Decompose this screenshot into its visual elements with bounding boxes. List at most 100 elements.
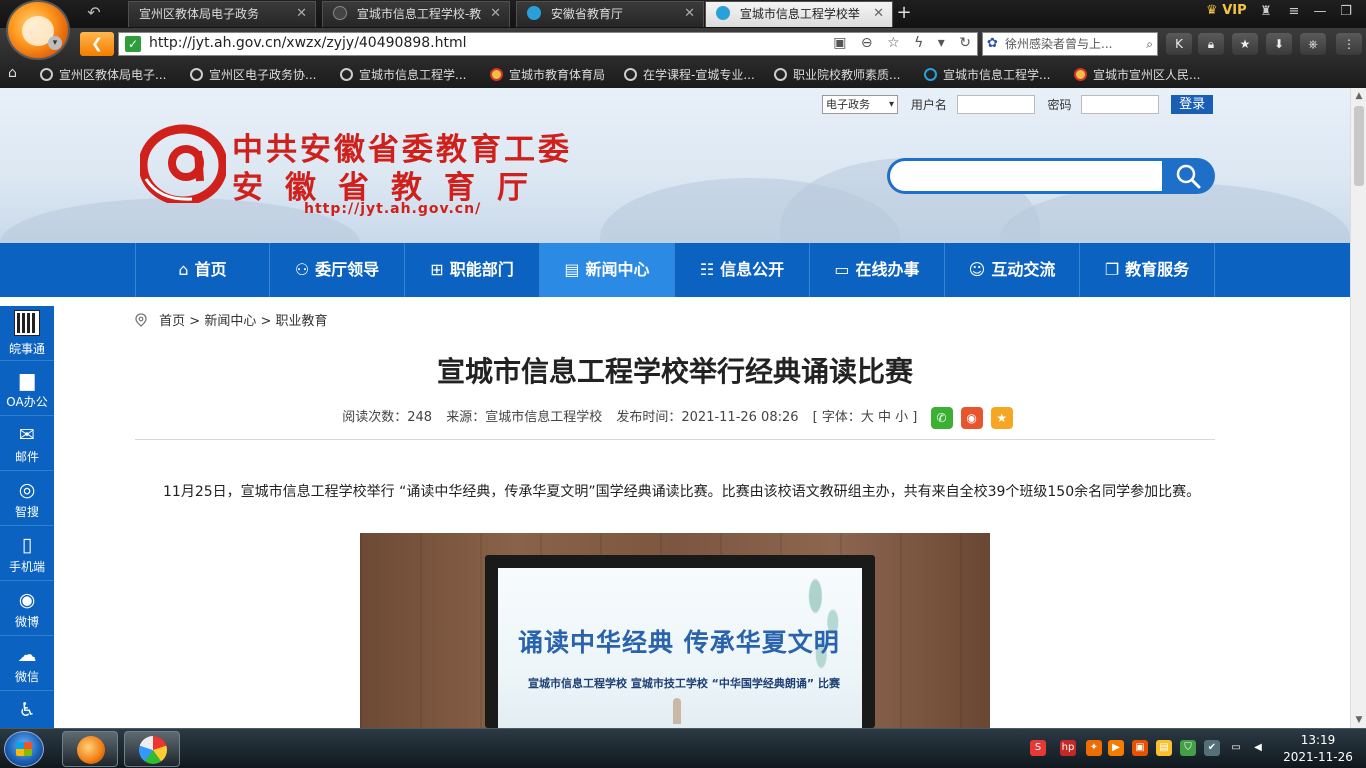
sidebar-item-smart-search[interactable]: ◎ 智搜 bbox=[0, 471, 54, 526]
site-search-input[interactable] bbox=[890, 161, 1162, 191]
close-icon[interactable]: ✕ bbox=[684, 2, 695, 26]
extension-k-button[interactable]: K bbox=[1166, 33, 1192, 55]
weibo-share-icon[interactable]: ◉ bbox=[960, 406, 983, 429]
tray-app-icon[interactable]: ▣ bbox=[1132, 740, 1148, 756]
close-icon[interactable]: ✕ bbox=[873, 2, 884, 26]
folder-icon[interactable]: ▤ bbox=[1156, 740, 1172, 756]
scroll-up-icon[interactable]: ▲ bbox=[1351, 88, 1366, 104]
taskbar-browser[interactable] bbox=[62, 731, 118, 767]
lightning-icon[interactable]: ϟ bbox=[914, 35, 923, 51]
login-button[interactable]: 登录 bbox=[1171, 95, 1214, 114]
bookmark-4[interactable]: 宣城市教育体育局 bbox=[490, 66, 605, 83]
nav-news-center[interactable]: ▤ 新闻中心 bbox=[540, 243, 675, 297]
bookmarks-bar: ⌂ 宣州区教体局电子... 宣州区电子政务协... 宣城市信息工程学... 宣城… bbox=[0, 60, 1366, 88]
bookmark-5[interactable]: 在学课程-宣城专业... bbox=[624, 66, 755, 83]
sidebar-item-accessibility[interactable]: ♿ bbox=[0, 691, 54, 728]
undo-close-tab-icon[interactable]: ↶ bbox=[80, 3, 108, 23]
home-icon[interactable]: ⌂ bbox=[8, 65, 17, 81]
breadcrumb-vocational-education[interactable]: 职业教育 bbox=[276, 314, 328, 329]
minimize-icon[interactable]: — bbox=[1308, 2, 1332, 22]
favorite-icon[interactable]: ☆ bbox=[887, 35, 900, 51]
scroll-down-icon[interactable]: ▼ bbox=[1351, 712, 1366, 728]
source-label: 来源： bbox=[446, 410, 486, 425]
article-meta: 阅读次数：248 来源：宣城市信息工程学校 发布时间：2021-11-26 08… bbox=[135, 406, 1215, 429]
nav-label: 在线办事 bbox=[855, 260, 920, 279]
download-icon[interactable]: ⬇ bbox=[1266, 33, 1292, 55]
sidebar-item-weibo[interactable]: ◉ 微博 bbox=[0, 581, 54, 636]
photo-figure bbox=[673, 698, 681, 724]
site-logo-icon[interactable] bbox=[140, 123, 226, 203]
zoom-icon[interactable]: ⊖ bbox=[861, 35, 873, 51]
restore-icon[interactable]: ❐ bbox=[1334, 2, 1358, 22]
sidebar-item-mail[interactable]: ✉ 邮件 bbox=[0, 416, 54, 471]
wechat-share-icon[interactable]: ✆ bbox=[930, 406, 953, 429]
browser-logo[interactable]: ▾ bbox=[6, 0, 70, 60]
nav-interaction[interactable]: ☺ 互动交流 bbox=[945, 243, 1080, 297]
bookmark-1[interactable]: 宣州区教体局电子... bbox=[40, 66, 166, 83]
bookmark-6[interactable]: 职业院校教师素质... bbox=[774, 66, 900, 83]
font-size-control[interactable]: [ 字体：大 中 小 ] bbox=[813, 410, 918, 425]
search-icon[interactable] bbox=[1175, 163, 1201, 189]
grid-menu-icon[interactable]: ⋮ bbox=[1336, 33, 1362, 55]
nav-departments[interactable]: ⊞ 职能部门 bbox=[405, 243, 540, 297]
browser-tab-3[interactable]: 安徽省教育厅 ✕ bbox=[516, 1, 704, 27]
bookmark-3[interactable]: 宣城市信息工程学... bbox=[340, 66, 466, 83]
lock-icon[interactable]: 🔒︎ bbox=[1198, 33, 1224, 55]
tray-app-icon[interactable]: ▶ bbox=[1108, 740, 1124, 756]
username-input[interactable] bbox=[956, 95, 1035, 114]
tray-app-icon[interactable]: ✦ bbox=[1086, 740, 1102, 756]
breadcrumb-news-center[interactable]: 新闻中心 bbox=[204, 314, 256, 329]
sogou-icon[interactable]: S bbox=[1030, 740, 1046, 756]
bookmark-8[interactable]: 宣城市宣州区人民... bbox=[1074, 66, 1200, 83]
clock-date: 2021-11-26 bbox=[1283, 750, 1353, 764]
sidebar-item-wechat[interactable]: ☁ 微信 bbox=[0, 636, 54, 691]
tab-title: 安徽省教育厅 bbox=[550, 7, 623, 21]
tray-app-icon[interactable]: ✔ bbox=[1204, 740, 1220, 756]
favorite-star-icon[interactable]: ★ bbox=[990, 406, 1013, 429]
sidebar-item-mobile[interactable]: ▯ 手机端 bbox=[0, 526, 54, 581]
start-button[interactable] bbox=[4, 731, 44, 767]
taskbar-paint[interactable] bbox=[124, 731, 180, 767]
dropdown-icon[interactable]: ▾ bbox=[938, 35, 945, 51]
nav-info-disclosure[interactable]: ☷ 信息公开 bbox=[675, 243, 810, 297]
nav-education-service[interactable]: ❐ 教育服务 bbox=[1080, 243, 1215, 297]
menu-icon[interactable]: ≡ bbox=[1282, 2, 1306, 22]
browser-tab-4-active[interactable]: 宣城市信息工程学校举 ✕ bbox=[705, 1, 893, 27]
sidebar-item-oa[interactable]: ▆ OA办公 bbox=[0, 361, 54, 416]
browser-tab-2[interactable]: 宣城市信息工程学校-教 ✕ bbox=[322, 1, 510, 27]
close-icon[interactable]: ✕ bbox=[490, 2, 501, 26]
book-icon: ❐ bbox=[1104, 260, 1120, 279]
vip-badge[interactable]: ♛ VIP bbox=[1206, 3, 1247, 18]
gamepad-icon[interactable]: ⎈ bbox=[1300, 33, 1326, 55]
network-icon[interactable]: ▭ bbox=[1228, 740, 1244, 756]
close-icon[interactable]: ✕ bbox=[296, 2, 307, 26]
url-bar[interactable]: ✓ http://jyt.ah.gov.cn/xwzx/zyjy/4049089… bbox=[118, 32, 978, 56]
search-icon[interactable]: ⌕ bbox=[1146, 33, 1153, 55]
login-type-select[interactable]: 电子政务 bbox=[822, 95, 898, 114]
bookmark-label: 宣城市信息工程学... bbox=[943, 68, 1051, 82]
nav-leadership[interactable]: ⚇ 委厅领导 bbox=[270, 243, 405, 297]
nav-home[interactable]: ⌂ 首页 bbox=[135, 243, 270, 297]
back-button[interactable]: ❮ bbox=[80, 32, 114, 56]
refresh-icon[interactable]: ↻ bbox=[959, 35, 971, 51]
scroll-thumb[interactable] bbox=[1354, 106, 1364, 186]
breadcrumb-home[interactable]: 首页 bbox=[159, 314, 185, 329]
sidebar-item-wanshitong[interactable]: 皖事通 bbox=[0, 306, 54, 361]
new-tab-button[interactable]: + bbox=[892, 2, 916, 26]
tray-app-icon[interactable]: hp bbox=[1060, 740, 1076, 756]
page-scrollbar[interactable]: ▲ ▼ bbox=[1350, 88, 1366, 728]
shield-icon[interactable]: ⛉ bbox=[1180, 740, 1196, 756]
browser-search-input[interactable]: ✿ 徐州感染者曾与上... ⌕ bbox=[982, 32, 1158, 56]
nav-label: 新闻中心 bbox=[585, 260, 650, 279]
star-icon[interactable]: ★ bbox=[1232, 33, 1258, 55]
bookmark-7[interactable]: 宣城市信息工程学... bbox=[924, 66, 1050, 83]
browser-tab-1[interactable]: 宣州区教体局电子政务 ✕ bbox=[128, 1, 316, 27]
system-clock[interactable]: 13:19 2021-11-26 bbox=[1278, 732, 1358, 766]
image-icon[interactable]: ▣ bbox=[833, 35, 846, 51]
bookmark-label: 宣城市宣州区人民... bbox=[1093, 68, 1201, 82]
skin-icon[interactable]: ♜ bbox=[1254, 2, 1278, 22]
bookmark-2[interactable]: 宣州区电子政务协... bbox=[190, 66, 316, 83]
password-input[interactable] bbox=[1081, 95, 1160, 114]
nav-online-service[interactable]: ▭ 在线办事 bbox=[810, 243, 945, 297]
volume-icon[interactable]: ◀ bbox=[1250, 740, 1266, 756]
